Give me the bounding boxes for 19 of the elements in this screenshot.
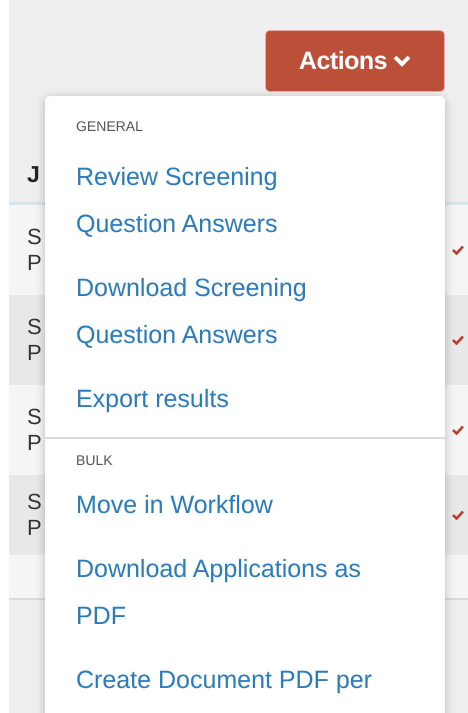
menu-item[interactable]: Review Screening Question Answers: [76, 154, 378, 265]
menu-item[interactable]: Export results: [76, 376, 229, 437]
table-cell: S: [27, 224, 42, 250]
menu-section-heading: GENERAL: [76, 117, 143, 136]
menu-item[interactable]: Download Applications as PDF: [76, 546, 378, 657]
table-cell: P: [27, 250, 42, 276]
column-header: J: [27, 161, 40, 188]
actions-button[interactable]: Actions: [265, 30, 445, 92]
menu-item[interactable]: Move in Workflow: [76, 482, 273, 546]
table-cell: S: [27, 314, 42, 340]
chevron-down-icon: [393, 55, 412, 67]
table-cell: S: [27, 404, 42, 430]
table-cell: S: [27, 489, 42, 515]
menu-section-heading: BULK: [76, 451, 113, 470]
table-cell: P: [27, 340, 42, 366]
table-cell: P: [27, 515, 42, 541]
menu-item[interactable]: Download Screening Question Answers: [76, 265, 378, 376]
menu-item[interactable]: Create Document PDF per: [76, 657, 372, 713]
table-cell: P: [27, 430, 42, 456]
